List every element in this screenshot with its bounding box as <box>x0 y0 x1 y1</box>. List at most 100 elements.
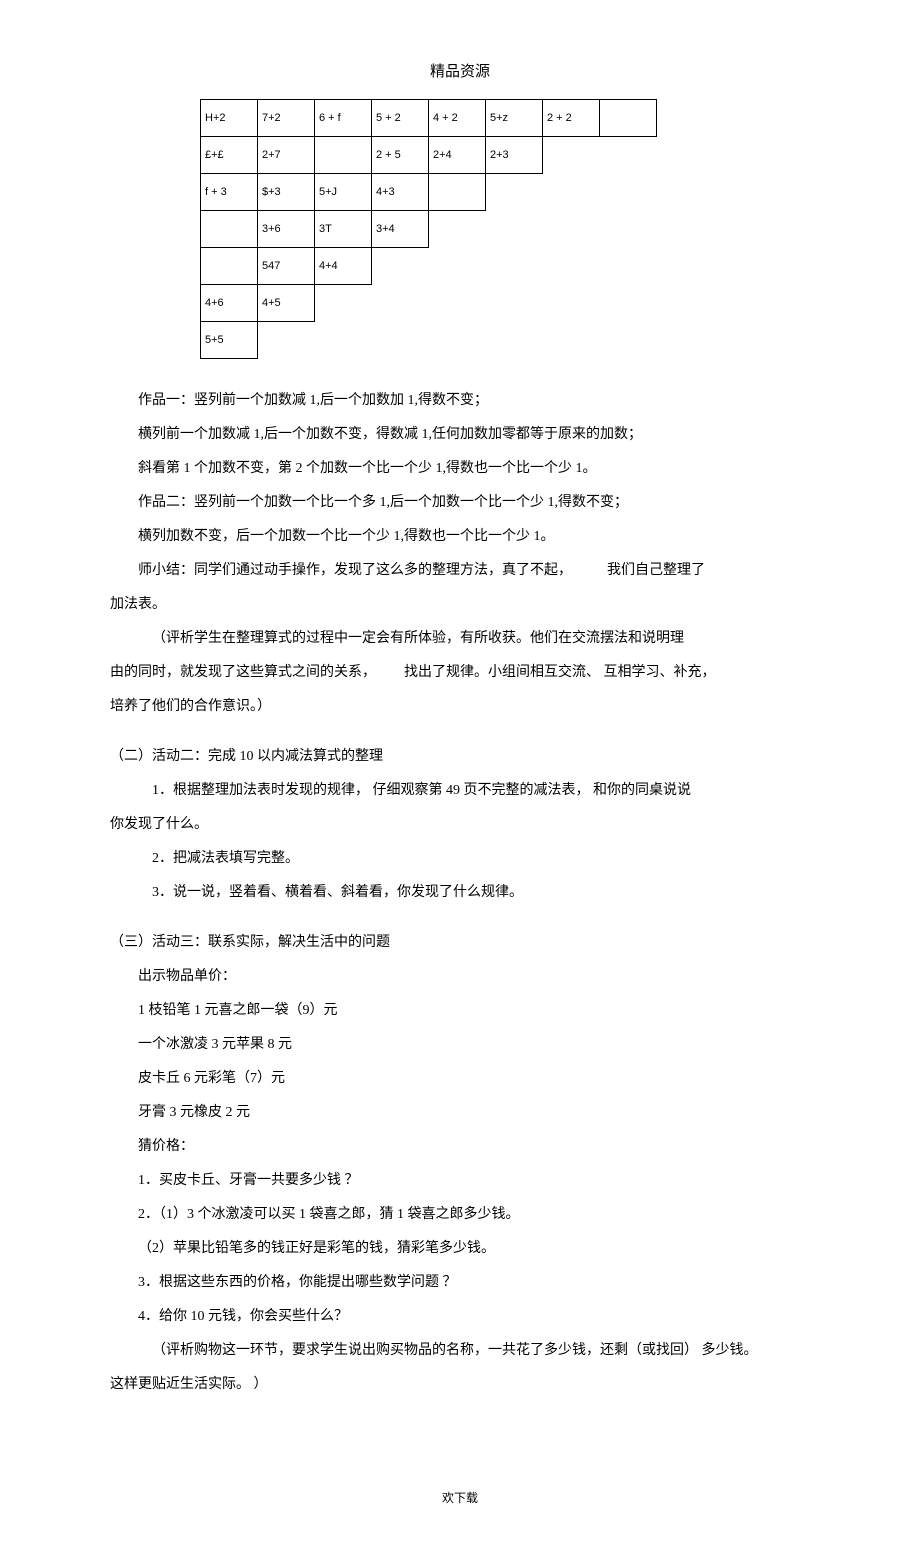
table-cell: £+£ <box>201 137 258 174</box>
table-cell: 7+2 <box>258 100 315 137</box>
table-cell <box>429 322 486 359</box>
table-cell: 4+3 <box>372 174 429 211</box>
body-line: 培养了他们的合作意识。） <box>110 693 810 721</box>
body-line: 3．说一说，竖着看、横着看、斜着看，你发现了什么规律。 <box>110 879 810 907</box>
body-line: 作品二：竖列前一个加数一个比一个多 1,后一个加数一个比一个少 1,得数不变； <box>110 489 810 517</box>
section-heading: （二）活动二：完成 10 以内减法算式的整理 <box>110 743 810 771</box>
table-cell <box>486 174 543 211</box>
body-line: 出示物品单价： <box>110 963 810 991</box>
table-cell <box>372 285 429 322</box>
body-line: 作品一：竖列前一个加数减 1,后一个加数加 1,得数不变； <box>110 387 810 415</box>
text <box>380 665 401 680</box>
table-cell <box>543 248 600 285</box>
table-cell <box>543 174 600 211</box>
table-cell <box>258 322 315 359</box>
table-cell: 547 <box>258 248 315 285</box>
section-heading: （三）活动三：联系实际，解决生活中的问题 <box>110 929 810 957</box>
table-cell <box>543 285 600 322</box>
table-cell <box>600 137 657 174</box>
body-line: 4．给你 10 元钱，你会买些什么？ <box>110 1303 810 1331</box>
body-line: 这样更贴近生活实际。 ） <box>110 1371 810 1399</box>
table-cell: 3+6 <box>258 211 315 248</box>
table-cell <box>429 174 486 211</box>
table-cell <box>486 211 543 248</box>
table-cell: H+2 <box>201 100 258 137</box>
table-cell: 2 + 5 <box>372 137 429 174</box>
table-row: 5474+4 <box>201 248 657 285</box>
table-cell <box>429 285 486 322</box>
table-cell: 4+4 <box>315 248 372 285</box>
body-line: 3．根据这些东西的价格，你能提出哪些数学问题 ？ <box>110 1269 810 1297</box>
table-cell: 5 + 2 <box>372 100 429 137</box>
table-row: f + 3$+35+J4+3 <box>201 174 657 211</box>
table-cell: 4 + 2 <box>429 100 486 137</box>
body-line: 师小结：同学们通过动手操作，发现了这么多的整理方法，真了不起， 我们自己整理了 <box>110 557 810 585</box>
table-cell <box>315 137 372 174</box>
table-cell <box>600 100 657 137</box>
body-line: 2．把减法表填写完整。 <box>110 845 810 873</box>
table-cell: $+3 <box>258 174 315 211</box>
body-line: 横列加数不变，后一个加数一个比一个少 1,得数也一个比一个少 1。 <box>110 523 810 551</box>
table-cell: 4+6 <box>201 285 258 322</box>
body-line: 横列前一个加数减 1,后一个加数不变，得数减 1,任何加数加零都等于原来的加数； <box>110 421 810 449</box>
table-cell <box>600 322 657 359</box>
page-footer: 欢下载 <box>110 1489 810 1506</box>
table-cell <box>600 285 657 322</box>
table-cell: 6 + f <box>315 100 372 137</box>
table-row: H+27+26 + f5 + 24 + 25+z2 + 2 <box>201 100 657 137</box>
table-cell <box>486 248 543 285</box>
table-row: 4+64+5 <box>201 285 657 322</box>
table-cell <box>543 322 600 359</box>
page-title: 精品资源 <box>110 60 810 81</box>
table-cell <box>315 322 372 359</box>
body-line: 一个冰激凌 3 元苹果 8 元 <box>110 1031 810 1059</box>
body-line: 加法表。 <box>110 591 810 619</box>
table-cell <box>486 285 543 322</box>
text: 由的同时，就发现了这些算式之间的关系， <box>110 665 376 680</box>
table-row: 3+63T3+4 <box>201 211 657 248</box>
table-cell <box>486 322 543 359</box>
table-cell: 5+z <box>486 100 543 137</box>
table-cell: 5+5 <box>201 322 258 359</box>
body-line: 1．买皮卡丘、牙膏一共要多少钱 ？ <box>110 1167 810 1195</box>
table-cell: f + 3 <box>201 174 258 211</box>
body-line: 由的同时，就发现了这些算式之间的关系， 找出了规律。小组间相互交流、 互相学习、… <box>110 659 810 687</box>
body-line: 2．（1）3 个冰激凌可以买 1 袋喜之郎，猜 1 袋喜之郎多少钱。 <box>110 1201 810 1229</box>
table-row: 5+5 <box>201 322 657 359</box>
text: 我们自己整理了 <box>607 563 705 578</box>
body-line: 1 枝铅笔 1 元喜之郎一袋（9）元 <box>110 997 810 1025</box>
table-cell <box>543 137 600 174</box>
table-cell: 2+4 <box>429 137 486 174</box>
table-cell <box>429 248 486 285</box>
body-line: （评析学生在整理算式的过程中一定会有所体验，有所收获。他们在交流摆法和说明理 <box>110 625 810 653</box>
table-row: £+£2+7 2 + 52+42+3 <box>201 137 657 174</box>
table-cell <box>372 322 429 359</box>
text: 找出了规律。小组间相互交流、 互相学习、补充， <box>404 665 716 680</box>
table-cell <box>429 211 486 248</box>
body-line: （评析购物这一环节，要求学生说出购买物品的名称，一共花了多少钱，还剩（或找回） … <box>110 1337 810 1365</box>
body-line: 牙膏 3 元橡皮 2 元 <box>110 1099 810 1127</box>
body-line: 1．根据整理加法表时发现的规律， 仔细观察第 49 页不完整的减法表， 和你的同… <box>110 777 810 805</box>
table-cell <box>600 248 657 285</box>
table-cell <box>315 285 372 322</box>
table-cell: 3T <box>315 211 372 248</box>
table-cell <box>600 211 657 248</box>
table-cell: 4+5 <box>258 285 315 322</box>
table-cell: 2 + 2 <box>543 100 600 137</box>
table-cell <box>600 174 657 211</box>
table-cell <box>543 211 600 248</box>
body-line: 皮卡丘 6 元彩笔（7）元 <box>110 1065 810 1093</box>
body-line: 猜价格： <box>110 1133 810 1161</box>
body-line: 你发现了什么。 <box>110 811 810 839</box>
addition-table: H+27+26 + f5 + 24 + 25+z2 + 2£+£2+72 + 5… <box>200 99 657 359</box>
table-cell: 2+7 <box>258 137 315 174</box>
table-cell: 3+4 <box>372 211 429 248</box>
text <box>576 563 604 578</box>
table-cell: 2+3 <box>486 137 543 174</box>
table-cell <box>201 211 258 248</box>
text: 师小结：同学们通过动手操作，发现了这么多的整理方法，真了不起， <box>138 563 572 578</box>
body-line: （2）苹果比铅笔多的钱正好是彩笔的钱，猜彩笔多少钱。 <box>110 1235 810 1263</box>
table-cell <box>201 248 258 285</box>
body-line: 斜看第 1 个加数不变，第 2 个加数一个比一个少 1,得数也一个比一个少 1。 <box>110 455 810 483</box>
table-cell <box>372 248 429 285</box>
